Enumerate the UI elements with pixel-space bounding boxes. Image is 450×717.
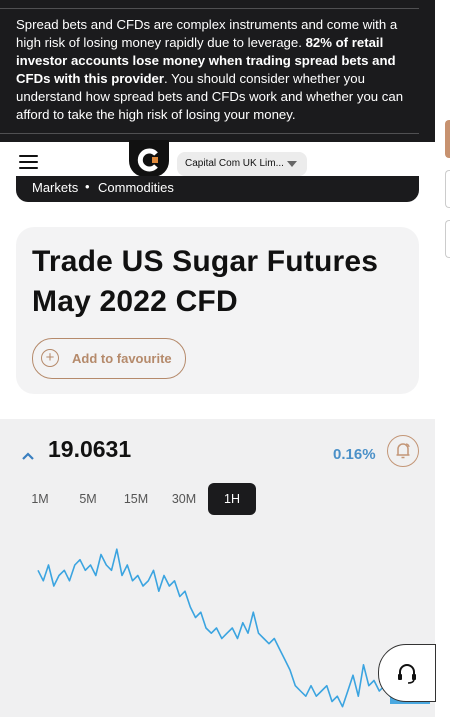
page-title: Trade US Sugar Futures May 2022 CFD <box>32 245 379 318</box>
price-alert-button[interactable] <box>387 435 419 467</box>
entity-selector[interactable]: Capital Com UK Lim... <box>177 152 307 176</box>
timeframe-1h[interactable]: 1H <box>208 483 256 515</box>
price-series-line <box>37 548 396 708</box>
breadcrumb-separator: • <box>85 179 90 194</box>
plus-icon: + <box>41 349 59 367</box>
headset-icon <box>398 664 416 684</box>
side-tab[interactable] <box>445 220 450 258</box>
timeframe-30m[interactable]: 30M <box>168 483 200 515</box>
chevron-up-icon <box>22 452 34 460</box>
add-to-favourite-button[interactable]: + Add to favourite <box>32 338 186 379</box>
breadcrumb-markets[interactable]: Markets <box>32 180 78 195</box>
timeframe-1m[interactable]: 1M <box>27 483 53 515</box>
timeframe-15m[interactable]: 15M <box>120 483 152 515</box>
divider <box>0 133 419 134</box>
support-chat-button[interactable] <box>378 644 436 702</box>
divider <box>0 8 419 9</box>
chevron-down-icon <box>287 161 297 167</box>
breadcrumb: Markets • Commodities <box>16 176 419 202</box>
menu-icon[interactable] <box>19 155 38 169</box>
side-tab[interactable] <box>445 120 450 158</box>
price-change: 0.16% <box>333 446 376 463</box>
timeframe-5m[interactable]: 5M <box>74 483 102 515</box>
add-to-favourite-label: Add to favourite <box>72 351 172 366</box>
risk-warning-banner: Spread bets and CFDs are complex instrum… <box>0 0 435 142</box>
bell-icon <box>396 443 410 459</box>
risk-warning-text: Spread bets and CFDs are complex instrum… <box>16 17 404 122</box>
entity-selector-label: Capital Com UK Lim... <box>185 158 284 169</box>
breadcrumb-commodities[interactable]: Commodities <box>98 180 174 195</box>
price-chart[interactable] <box>0 530 435 717</box>
current-price: 19.0631 <box>48 436 132 462</box>
capital-com-logo[interactable] <box>129 140 169 177</box>
side-tab[interactable] <box>445 170 450 208</box>
